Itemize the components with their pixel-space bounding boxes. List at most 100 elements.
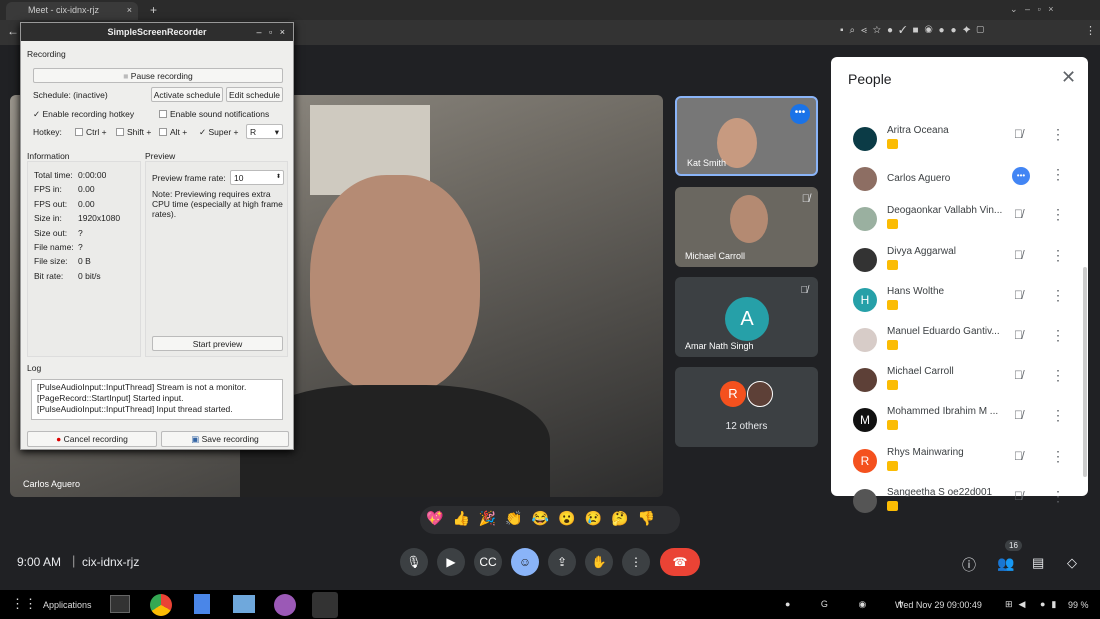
participant-name: Deogaonkar Vallabh Vin...	[887, 205, 1003, 217]
participant-row[interactable]: Sangeetha S oe22d001 🎙̸ ⋮	[831, 483, 1071, 523]
files-icon[interactable]	[194, 594, 210, 614]
main-speaker-name: Carlos Aguero	[23, 479, 81, 489]
participant-name: Mohammed Ibrahim M ...	[887, 406, 999, 418]
more-options-icon[interactable]: ⋮	[1051, 488, 1065, 505]
mic-off-icon[interactable]: 🎙̸	[1014, 408, 1023, 422]
leave-call-icon[interactable]: ☎	[660, 548, 700, 576]
more-options-icon[interactable]: ⋮	[1051, 287, 1065, 304]
reaction-emoji[interactable]: 👏	[505, 510, 531, 526]
tile-others[interactable]: R 12 others	[675, 367, 818, 447]
window-controls[interactable]: – ▫ ×	[257, 27, 285, 37]
participant-name: Aritra Oceana	[887, 125, 949, 136]
tile-michael[interactable]: 🎙̸ Michael Carroll	[675, 187, 818, 267]
reaction-emoji[interactable]: 🤔	[611, 510, 637, 526]
more-options-icon[interactable]: ⋮	[1051, 407, 1065, 424]
ctrl-checkbox[interactable]: Ctrl +	[75, 127, 107, 137]
scrollbar[interactable]	[1083, 267, 1087, 477]
back-icon[interactable]: ←	[7, 24, 19, 38]
ssr-taskbar-icon[interactable]	[312, 592, 338, 618]
more-options-icon[interactable]: ⋮	[1051, 166, 1065, 183]
close-icon[interactable]: ✕	[1061, 67, 1076, 88]
participant-row[interactable]: Deogaonkar Vallabh Vin... 🎙̸ ⋮	[831, 201, 1071, 241]
reaction-emoji[interactable]: 💖	[426, 510, 452, 526]
tab-meet[interactable]: Meet - cix-idnx-rjz ×	[6, 2, 138, 20]
reaction-emoji[interactable]: 😢	[585, 510, 611, 526]
terminal-icon[interactable]	[110, 595, 130, 613]
speaking-icon: •••	[1012, 167, 1030, 186]
clock[interactable]: Wed Nov 29 09:00:49	[895, 600, 982, 610]
more-options-icon[interactable]: ⋮	[1051, 247, 1065, 264]
mic-off-icon[interactable]: 🎙̸	[1014, 449, 1023, 463]
mic-off-icon[interactable]: 🎙̸	[1014, 328, 1023, 342]
people-icon[interactable]: 👥	[997, 555, 1014, 572]
mic-icon[interactable]: 🎙	[400, 548, 428, 576]
more-options-icon[interactable]: ⋮	[1051, 448, 1065, 465]
window-controls[interactable]: ⌄ – ▫ ×	[1010, 4, 1054, 15]
schedule-status: Schedule: (inactive)	[33, 90, 108, 100]
chrome-icon[interactable]	[150, 594, 172, 616]
info-icon[interactable]: ⓘ	[962, 555, 976, 575]
extension-icons[interactable]: ▪⌕⋖☆●✓■◉●●✦▢	[840, 25, 990, 36]
participant-row[interactable]: H Hans Wolthe 🎙̸ ⋮	[831, 282, 1071, 322]
new-tab-button[interactable]: +	[150, 3, 157, 17]
pause-recording-button[interactable]: ■ Pause recording	[33, 68, 283, 83]
more-options-icon[interactable]: ⋮	[1051, 126, 1065, 143]
more-options-icon[interactable]: ⋮	[1051, 367, 1065, 384]
status-icons[interactable]: ⊞◀ ●▮	[1005, 599, 1062, 610]
divider: |	[72, 553, 76, 568]
mic-off-icon[interactable]: 🎙̸	[1014, 489, 1023, 503]
tile-amar[interactable]: A 🎙̸ Amar Nath Singh	[675, 277, 818, 357]
image-viewer-icon[interactable]	[233, 595, 255, 613]
raise-hand-icon[interactable]: ✋	[585, 548, 613, 576]
more-options-icon[interactable]: ⋮	[1051, 206, 1065, 223]
participant-row[interactable]: Michael Carroll 🎙̸ ⋮	[831, 362, 1071, 402]
participant-row[interactable]: M Mohammed Ibrahim M ... 🎙̸ ⋮	[831, 402, 1071, 442]
enable-hotkey-checkbox[interactable]: ✓ Enable recording hotkey	[33, 109, 134, 120]
log-textarea[interactable]: [PulseAudioInput::InputThread] Stream is…	[31, 379, 283, 420]
activities-icon[interactable]: ◇	[1067, 555, 1077, 571]
ssr-titlebar[interactable]: SimpleScreenRecorder – ▫ ×	[21, 23, 293, 41]
shift-checkbox[interactable]: Shift +	[116, 127, 151, 137]
save-recording-button[interactable]: ▣ Save recording	[161, 431, 289, 447]
camera-icon[interactable]: ▶	[437, 548, 465, 576]
participant-row[interactable]: Carlos Aguero ••• ⋮	[831, 161, 1071, 201]
applications-menu[interactable]: Applications	[43, 600, 92, 610]
edit-schedule-button[interactable]: Edit schedule	[226, 87, 283, 102]
super-checkbox[interactable]: ✓ Super +	[199, 127, 239, 138]
mic-off-icon[interactable]: 🎙̸	[1014, 248, 1023, 262]
emacs-icon[interactable]	[274, 594, 296, 616]
mic-off-icon[interactable]: 🎙̸	[1014, 288, 1023, 302]
reaction-emoji[interactable]: 🎉	[479, 510, 505, 526]
mic-off-icon[interactable]: 🎙̸	[1014, 368, 1023, 382]
menu-icon[interactable]: ⋮	[1085, 24, 1096, 37]
app-grid-icon[interactable]: ⋮⋮	[11, 596, 37, 612]
participant-row[interactable]: Divya Aggarwal 🎙̸ ⋮	[831, 242, 1071, 282]
participant-row[interactable]: Aritra Oceana 🎙̸ ⋮	[831, 121, 1071, 161]
mic-off-icon[interactable]: 🎙̸	[1014, 127, 1023, 141]
hotkey-label: Hotkey:	[33, 127, 62, 137]
cancel-recording-button[interactable]: ● Cancel recording	[27, 431, 157, 447]
mic-off-icon[interactable]: 🎙̸	[1014, 207, 1023, 221]
chat-icon[interactable]: ▤	[1032, 555, 1044, 571]
hotkey-key-select[interactable]: R ▾	[246, 124, 283, 139]
captions-icon[interactable]: CC	[474, 548, 502, 576]
more-options-icon[interactable]: ⋮	[1051, 327, 1065, 344]
preview-rate-spinner[interactable]: 10 ⬍	[230, 170, 284, 185]
start-preview-button[interactable]: Start preview	[152, 336, 283, 351]
activate-schedule-button[interactable]: Activate schedule	[151, 87, 223, 102]
avatar	[853, 207, 877, 232]
info-label: Bit rate:	[34, 270, 64, 281]
alt-checkbox[interactable]: Alt +	[159, 127, 187, 137]
present-icon[interactable]: ⇪	[548, 548, 576, 576]
reaction-emoji[interactable]: 😂	[532, 510, 558, 526]
close-tab-icon[interactable]: ×	[127, 5, 132, 15]
emoji-icon[interactable]: ☺	[511, 548, 539, 576]
tile-kat[interactable]: ••• Kat Smith	[675, 96, 818, 176]
participant-row[interactable]: Manuel Eduardo Gantiv... 🎙̸ ⋮	[831, 322, 1071, 362]
reaction-emoji[interactable]: 👎	[638, 510, 664, 526]
reaction-emoji[interactable]: 😮	[558, 510, 584, 526]
participant-row[interactable]: R Rhys Mainwaring 🎙̸ ⋮	[831, 443, 1071, 483]
enable-sound-checkbox[interactable]: Enable sound notifications	[159, 109, 269, 119]
reaction-emoji[interactable]: 👍	[452, 510, 478, 526]
more-options-icon[interactable]: ⋮	[622, 548, 650, 576]
